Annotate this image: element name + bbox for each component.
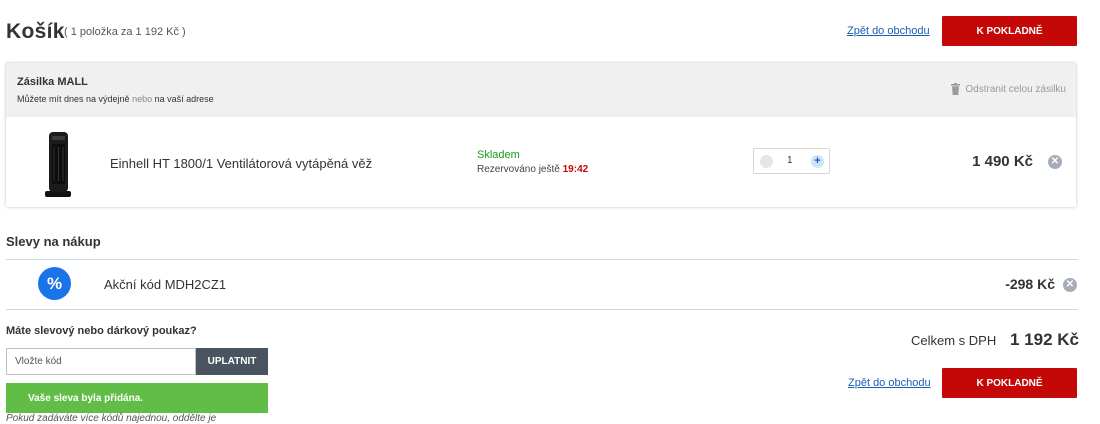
shipment-note: Můžete mít dnes na výdejně nebo na vaší … (17, 94, 214, 104)
shipment-box: Zásilka MALL Můžete mít dnes na výdejně … (6, 63, 1076, 207)
discount-price: -298 Kč (1005, 276, 1055, 292)
checkout-button[interactable]: K POKLADNĚ (942, 16, 1077, 46)
total-value: 1 192 Kč (1010, 330, 1079, 349)
percent-icon: % (38, 267, 71, 300)
shipment-title: Zásilka MALL (17, 76, 88, 88)
remove-shipment-label: Odstranit celou zásilku (965, 83, 1066, 95)
close-icon[interactable]: ✕ (1063, 278, 1077, 292)
minus-icon[interactable] (760, 155, 773, 168)
discount-name: Akční kód MDH2CZ1 (104, 277, 227, 292)
back-to-shop-link[interactable]: Zpět do obchodu (847, 25, 930, 37)
stock-status: Skladem (477, 149, 520, 161)
item-price: 1 490 Kč (972, 153, 1033, 170)
voucher-code-input[interactable] (6, 348, 196, 375)
page-title: Košík (6, 20, 65, 43)
reservation-time: 19:42 (562, 164, 589, 175)
shipment-note-part2: nebo (132, 94, 153, 104)
product-image[interactable] (40, 129, 76, 199)
shipment-note-part3: na vaší adrese (154, 94, 214, 104)
voucher-label: Máte slevový nebo dárkový poukaz? (6, 325, 197, 337)
checkout-button[interactable]: K POKLADNĚ (942, 368, 1077, 398)
trash-icon (951, 83, 961, 95)
remove-shipment-button[interactable]: Odstranit celou zásilku (951, 83, 1066, 95)
voucher-hint: Pokud zadáváte více kódů najednou, odděl… (6, 413, 217, 424)
divider (6, 259, 1078, 260)
voucher-success-message: Vaše sleva byla přidána. (6, 383, 268, 413)
product-name-link[interactable]: Einhell HT 1800/1 Ventilátorová vytápěná… (110, 156, 372, 171)
quantity-value[interactable]: 1 (787, 155, 793, 166)
close-icon[interactable]: ✕ (1048, 155, 1062, 169)
discounts-heading: Slevy na nákup (6, 234, 101, 249)
reservation-label: Rezervováno ještě (477, 164, 560, 175)
shipment-header: Zásilka MALL Můžete mít dnes na výdejně … (6, 63, 1076, 117)
reservation-info: Rezervováno ještě 19:42 (477, 164, 588, 175)
plus-icon[interactable]: + (811, 155, 824, 168)
back-to-shop-link[interactable]: Zpět do obchodu (848, 377, 931, 389)
cart-summary-count: ( 1 položka za 1 192 Kč ) (64, 26, 186, 38)
apply-voucher-button[interactable]: UPLATNIT (196, 348, 268, 375)
divider (6, 309, 1078, 310)
shipment-note-part1: Můžete mít dnes na výdejně (17, 94, 130, 104)
total-label: Celkem s DPH (911, 333, 997, 348)
quantity-stepper: 1 + (753, 148, 830, 174)
